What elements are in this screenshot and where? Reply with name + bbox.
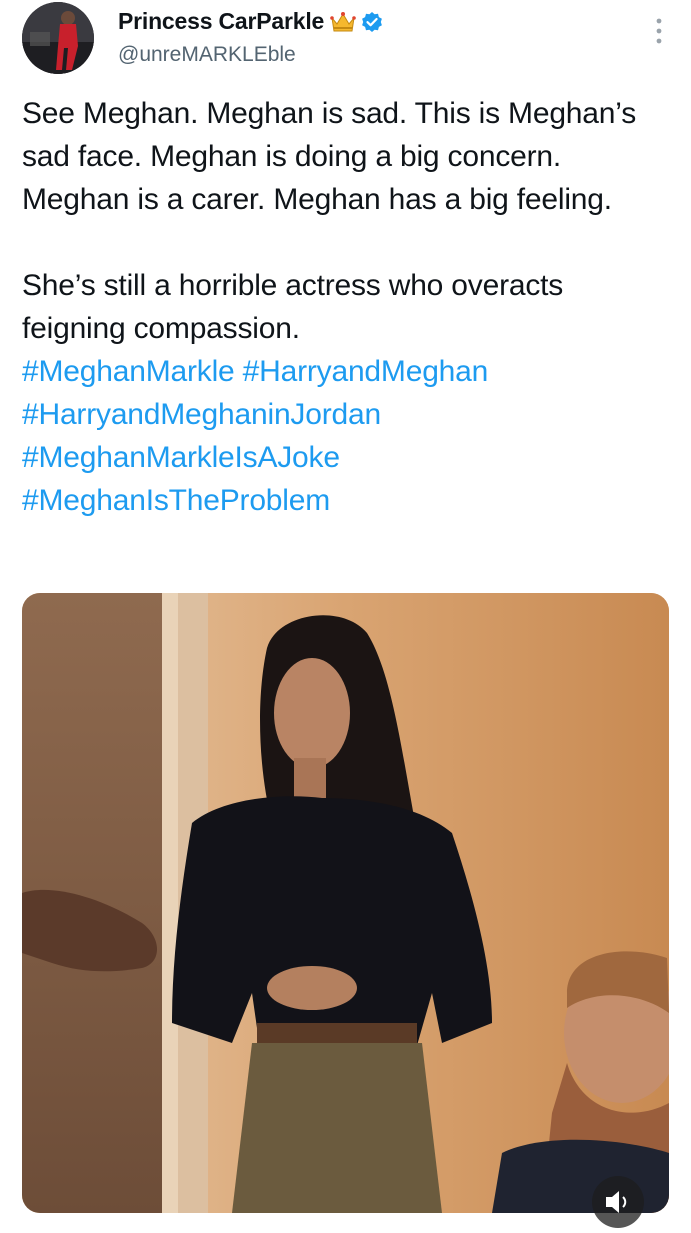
tweet-paragraph: See Meghan. Meghan is sad. This is Megha… bbox=[22, 97, 636, 216]
tweet-text: See Meghan. Meghan is sad. This is Megha… bbox=[22, 92, 672, 522]
verified-badge-icon bbox=[362, 11, 383, 32]
hashtag-link[interactable]: #MeghanIsTheProblem bbox=[22, 479, 672, 522]
speaker-icon[interactable] bbox=[592, 1176, 644, 1228]
hashtag-link[interactable]: #MeghanMarkle #HarryandMeghan bbox=[22, 350, 672, 393]
more-vertical-icon[interactable] bbox=[654, 16, 664, 46]
avatar[interactable] bbox=[22, 2, 94, 74]
hashtag-link[interactable]: #MeghanMarkleIsAJoke bbox=[22, 436, 672, 479]
tweet-header: Princess CarParkle @unreMARKLEble bbox=[22, 2, 672, 78]
hashtag-link[interactable]: #HarryandMeghaninJordan bbox=[22, 393, 672, 436]
crown-icon bbox=[330, 11, 356, 31]
video-media[interactable] bbox=[22, 593, 669, 1213]
display-name[interactable]: Princess CarParkle bbox=[118, 8, 324, 35]
tweet-paragraph: She’s still a horrible actress who overa… bbox=[22, 269, 564, 345]
handle[interactable]: @unreMARKLEble bbox=[118, 43, 296, 67]
video-frame bbox=[22, 593, 669, 1213]
